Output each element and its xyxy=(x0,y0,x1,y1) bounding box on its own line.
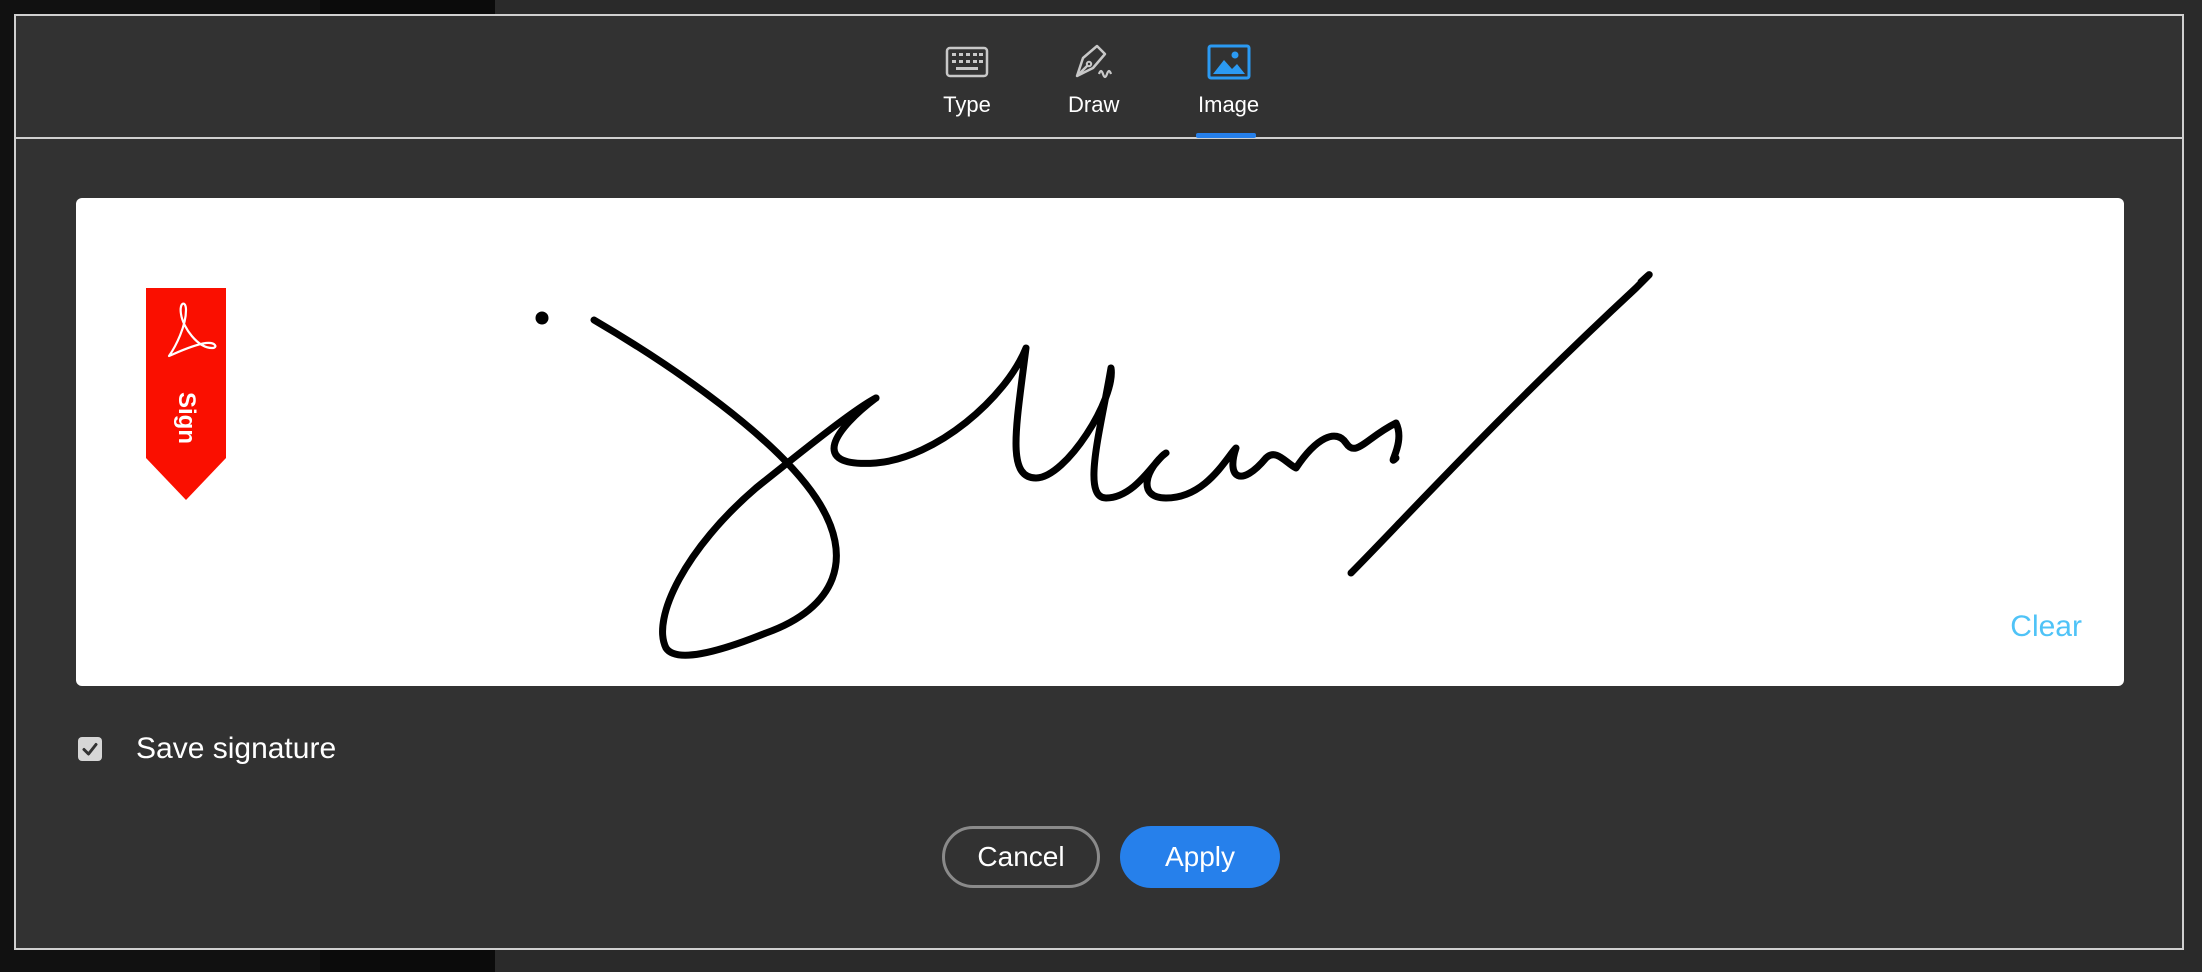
apply-button[interactable]: Apply xyxy=(1120,826,1280,888)
tab-type[interactable]: Type xyxy=(942,40,992,118)
tab-type-label: Type xyxy=(943,92,991,117)
signature-canvas[interactable]: Sign Clear xyxy=(76,198,2124,686)
tab-draw-label: Draw xyxy=(1068,92,1120,117)
checkmark-icon xyxy=(82,743,98,756)
tab-draw[interactable]: Draw xyxy=(1068,40,1119,118)
save-signature-checkbox[interactable] xyxy=(78,737,102,761)
tab-image[interactable]: Image xyxy=(1198,40,1259,118)
image-icon xyxy=(1207,44,1251,80)
clear-link[interactable]: Clear xyxy=(2010,610,2082,644)
save-signature-row: Save signature xyxy=(78,732,336,766)
signature-mode-tabs: Type Draw Image xyxy=(16,16,2182,139)
signature-dialog: Type Draw Image Sign Clear Save signatur… xyxy=(14,14,2184,950)
cancel-button[interactable]: Cancel xyxy=(942,826,1100,888)
keyboard-icon xyxy=(945,46,989,78)
selected-tab-indicator xyxy=(1196,133,1256,138)
signature-image xyxy=(535,271,1653,659)
pen-icon xyxy=(1075,44,1112,79)
tab-image-label: Image xyxy=(1198,92,1260,117)
save-signature-label: Save signature xyxy=(136,732,337,765)
